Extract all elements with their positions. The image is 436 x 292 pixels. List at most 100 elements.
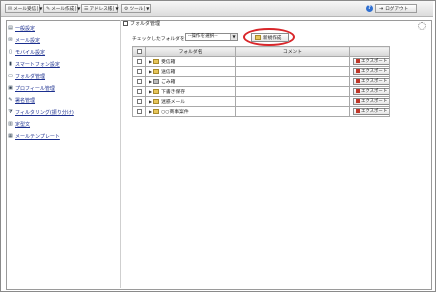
tools-icon: ⚙ xyxy=(124,5,129,12)
tools-button[interactable]: ⚙ ツール ▼ xyxy=(121,4,151,13)
sidebar-item-general[interactable]: ▤ 一般設定 xyxy=(8,24,35,32)
folder-name-cell[interactable]: ▶ 受信箱 xyxy=(145,56,236,67)
table-row: ▶ 送信箱 エクスポート xyxy=(132,66,390,77)
loading-icon xyxy=(418,22,426,30)
sidebar-item-filtering[interactable]: ⧩ フィルタリング(振り分け) xyxy=(8,108,74,116)
table-row: ▶ 下書き保存 エクスポート xyxy=(132,86,390,97)
sent-folder-icon xyxy=(153,69,160,74)
comment-cell xyxy=(235,106,350,117)
mobile-icon: ▯ xyxy=(9,49,12,55)
table-row: ▶ ごみ箱 エクスポート xyxy=(132,76,390,87)
play-icon[interactable]: ▶ xyxy=(149,99,152,104)
folder-icon: ▭ xyxy=(8,73,13,79)
comment-cell xyxy=(235,66,350,77)
filter-icon: ⧩ xyxy=(8,109,13,115)
export-icon xyxy=(356,89,360,94)
folder-name-cell[interactable]: ▶ ごみ箱 xyxy=(145,76,236,87)
chevron-down-icon[interactable]: ▼ xyxy=(75,6,80,11)
compose-icon: ✎ xyxy=(46,5,51,12)
receive-mail-button[interactable]: ✉ メール受信 ▼ xyxy=(5,4,42,13)
select-all-cell xyxy=(132,46,146,57)
new-folder-button[interactable]: 新規作成 xyxy=(251,33,289,42)
export-icon xyxy=(356,99,360,104)
logout-icon: ⇥ xyxy=(379,5,384,12)
page-title: フォルダ管理 xyxy=(123,20,160,27)
sidebar-item-profile[interactable]: ▣ プロフィール管理 xyxy=(8,84,55,92)
template-text-icon: ▥ xyxy=(8,121,13,127)
sidebar-item-mail-template[interactable]: ▦ メールテンプレート xyxy=(8,132,60,140)
row-checkbox[interactable] xyxy=(136,88,142,94)
folder-name-cell[interactable]: ▶ 送信箱 xyxy=(145,66,236,77)
chevron-down-icon[interactable]: ▼ xyxy=(113,6,119,11)
address-book-button[interactable]: ☰ アドレス帳 ▼ xyxy=(81,4,119,13)
profile-icon: ▣ xyxy=(8,85,13,91)
bulk-action-label: チェックしたフォルダを xyxy=(132,37,185,42)
play-icon[interactable]: ▶ xyxy=(149,79,152,84)
compose-mail-button[interactable]: ✎ メール作成 ▼ xyxy=(43,4,80,13)
logout-button[interactable]: ⇥ ログアウト xyxy=(375,4,417,13)
export-button[interactable]: エクスポート xyxy=(353,87,389,95)
table-row: ▶ 迷惑メール エクスポート xyxy=(132,96,390,107)
export-icon xyxy=(356,69,360,74)
sidebar-item-signature[interactable]: ✎ 署名管理 xyxy=(8,96,35,104)
sidebar-item-template-text[interactable]: ▥ 定型文 xyxy=(8,120,30,128)
column-header-comment: コメント xyxy=(235,46,350,57)
column-header-actions xyxy=(349,46,390,57)
export-button[interactable]: エクスポート xyxy=(353,97,389,105)
chevron-down-icon[interactable]: ▼ xyxy=(144,6,149,11)
trash-folder-icon xyxy=(153,79,160,84)
folder-table: フォルダ名 コメント ▶ 受信箱 エクスポート ▶ 送信箱 エクスポート ▶ ごみ箱 … xyxy=(132,46,390,117)
table-row: ▶ 受信箱 エクスポート xyxy=(132,56,390,67)
mail-receive-icon: ✉ xyxy=(8,5,13,12)
export-icon xyxy=(356,79,360,84)
draft-folder-icon xyxy=(153,89,160,94)
export-button[interactable]: エクスポート xyxy=(353,107,389,115)
sidebar-item-folders[interactable]: ▭ フォルダ管理 xyxy=(8,72,45,80)
comment-cell xyxy=(235,86,350,97)
play-icon[interactable]: ▶ xyxy=(149,109,152,114)
row-checkbox[interactable] xyxy=(136,108,142,114)
play-icon[interactable]: ▶ xyxy=(149,59,152,64)
comment-cell xyxy=(235,96,350,107)
row-checkbox[interactable] xyxy=(136,68,142,74)
comment-cell xyxy=(235,76,350,87)
mail-template-icon: ▦ xyxy=(8,133,13,139)
folder-name-cell[interactable]: ▶ 迷惑メール xyxy=(145,96,236,107)
action-select[interactable]: --操作を選択-- ▼ xyxy=(185,33,238,41)
mail-settings-icon: ✉ xyxy=(8,37,13,43)
help-icon[interactable]: ? xyxy=(366,5,373,12)
sidebar-item-mail[interactable]: ✉ メール設定 xyxy=(8,36,40,44)
address-book-icon: ☰ xyxy=(84,5,89,12)
custom-folder-icon xyxy=(153,109,160,114)
smartphone-icon: ▮ xyxy=(9,61,12,67)
settings-icon: ▤ xyxy=(8,25,13,31)
row-checkbox[interactable] xyxy=(136,98,142,104)
folder-name-cell[interactable]: ▶ ○○商事案件 xyxy=(145,106,236,117)
export-button[interactable]: エクスポート xyxy=(353,57,389,65)
pen-icon: ✎ xyxy=(8,97,13,103)
row-checkbox[interactable] xyxy=(136,58,142,64)
row-checkbox[interactable] xyxy=(136,78,142,84)
new-folder-icon xyxy=(255,35,261,40)
toolbar: ✉ メール受信 ▼ ✎ メール作成 ▼ ☰ アドレス帳 ▼ ⚙ ツール ▼ ? … xyxy=(1,1,433,17)
divider xyxy=(120,20,121,288)
play-icon[interactable]: ▶ xyxy=(149,89,152,94)
folder-manage-icon xyxy=(123,21,128,26)
chevron-down-icon: ▼ xyxy=(230,34,237,40)
table-header-row: フォルダ名 コメント xyxy=(132,46,390,57)
export-icon xyxy=(356,59,360,64)
inbox-folder-icon xyxy=(153,59,160,64)
folder-name-cell[interactable]: ▶ 下書き保存 xyxy=(145,86,236,97)
chevron-down-icon[interactable]: ▼ xyxy=(37,6,42,11)
export-icon xyxy=(356,109,360,114)
export-button[interactable]: エクスポート xyxy=(353,77,389,85)
play-icon[interactable]: ▶ xyxy=(149,69,152,74)
comment-cell xyxy=(235,56,350,67)
sidebar-item-smartphone[interactable]: ▮ スマートフォン設定 xyxy=(8,60,60,68)
column-header-folder-name: フォルダ名 xyxy=(145,46,236,57)
sidebar-item-mobile[interactable]: ▯ モバイル設定 xyxy=(8,48,45,56)
table-row: ▶ ○○商事案件 エクスポート xyxy=(132,106,390,117)
export-button[interactable]: エクスポート xyxy=(353,67,389,75)
spam-folder-icon xyxy=(153,99,160,104)
select-all-checkbox[interactable] xyxy=(136,48,142,54)
